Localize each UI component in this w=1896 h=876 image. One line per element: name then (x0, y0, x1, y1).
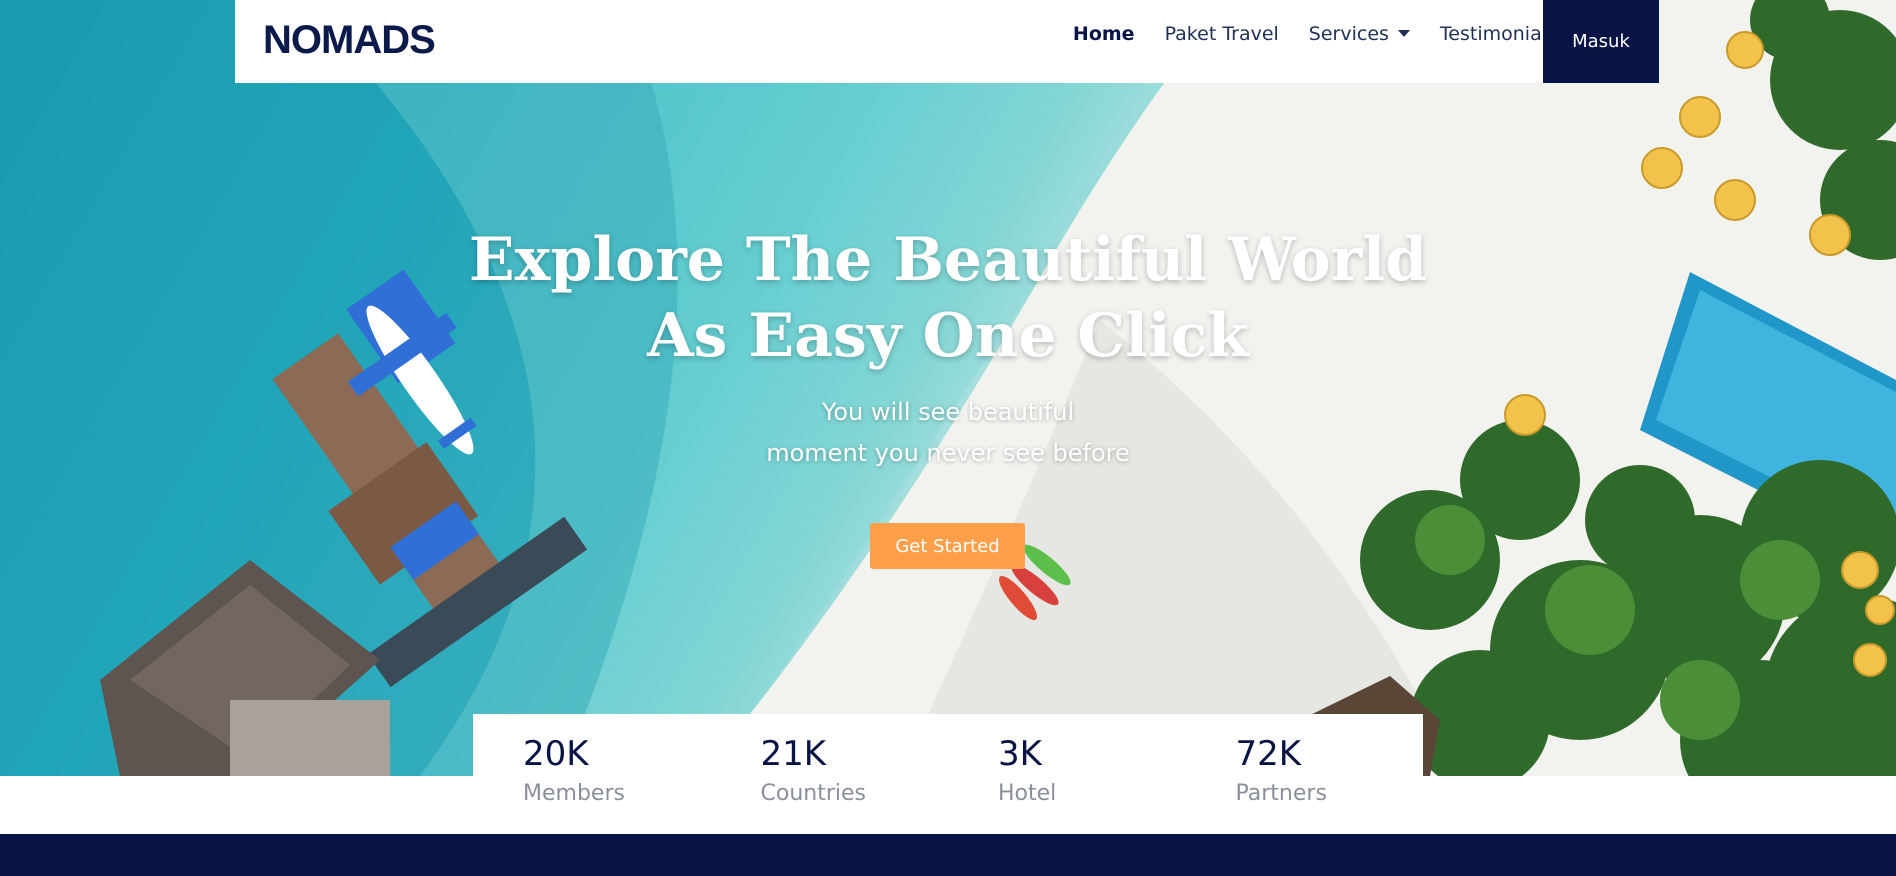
login-button[interactable]: Masuk (1543, 0, 1659, 83)
logo-text: NOMADS (263, 17, 436, 62)
stats-bar: 20K Members 21K Countries 3K Hotel 72K P… (473, 714, 1423, 834)
get-started-button[interactable]: Get Started (870, 523, 1025, 569)
nav-item-home[interactable]: Home (1073, 23, 1135, 45)
chevron-down-icon (1397, 30, 1410, 37)
stat-hotel: 3K Hotel (948, 714, 1186, 834)
hero-subtitle: You will see beautiful moment you never … (766, 398, 1130, 467)
stat-label: Countries (760, 781, 867, 806)
stat-value: 20K (523, 734, 589, 774)
stat-label: Partners (1235, 781, 1327, 806)
nav-item-paket-travel[interactable]: Paket Travel (1165, 23, 1279, 45)
hero-background (0, 0, 1896, 776)
top-navbar: NOMADS Home Paket Travel Services Testim… (235, 0, 1659, 83)
stat-value: 21K (760, 734, 827, 774)
stat-countries: 21K Countries (711, 714, 949, 834)
footer-section-top (0, 834, 1896, 876)
nav-item-testimonial[interactable]: Testimonial (1440, 23, 1547, 45)
nav-item-services-label: Services (1308, 22, 1389, 45)
stat-value: 3K (998, 734, 1042, 774)
hero-title: Explore The Beautiful World As Easy One … (468, 225, 1428, 371)
stat-label: Hotel (998, 781, 1057, 806)
brand-logo[interactable]: NOMADS (263, 17, 436, 62)
nav-links: Home Paket Travel Services Testimonial (1043, 0, 1547, 67)
stat-value: 72K (1235, 734, 1302, 774)
stat-partners: 72K Partners (1186, 714, 1424, 834)
stat-label: Members (523, 781, 625, 806)
beach-aerial-illustration (0, 0, 1896, 776)
nav-item-services[interactable]: Services (1309, 23, 1410, 45)
stat-members: 20K Members (473, 714, 711, 834)
